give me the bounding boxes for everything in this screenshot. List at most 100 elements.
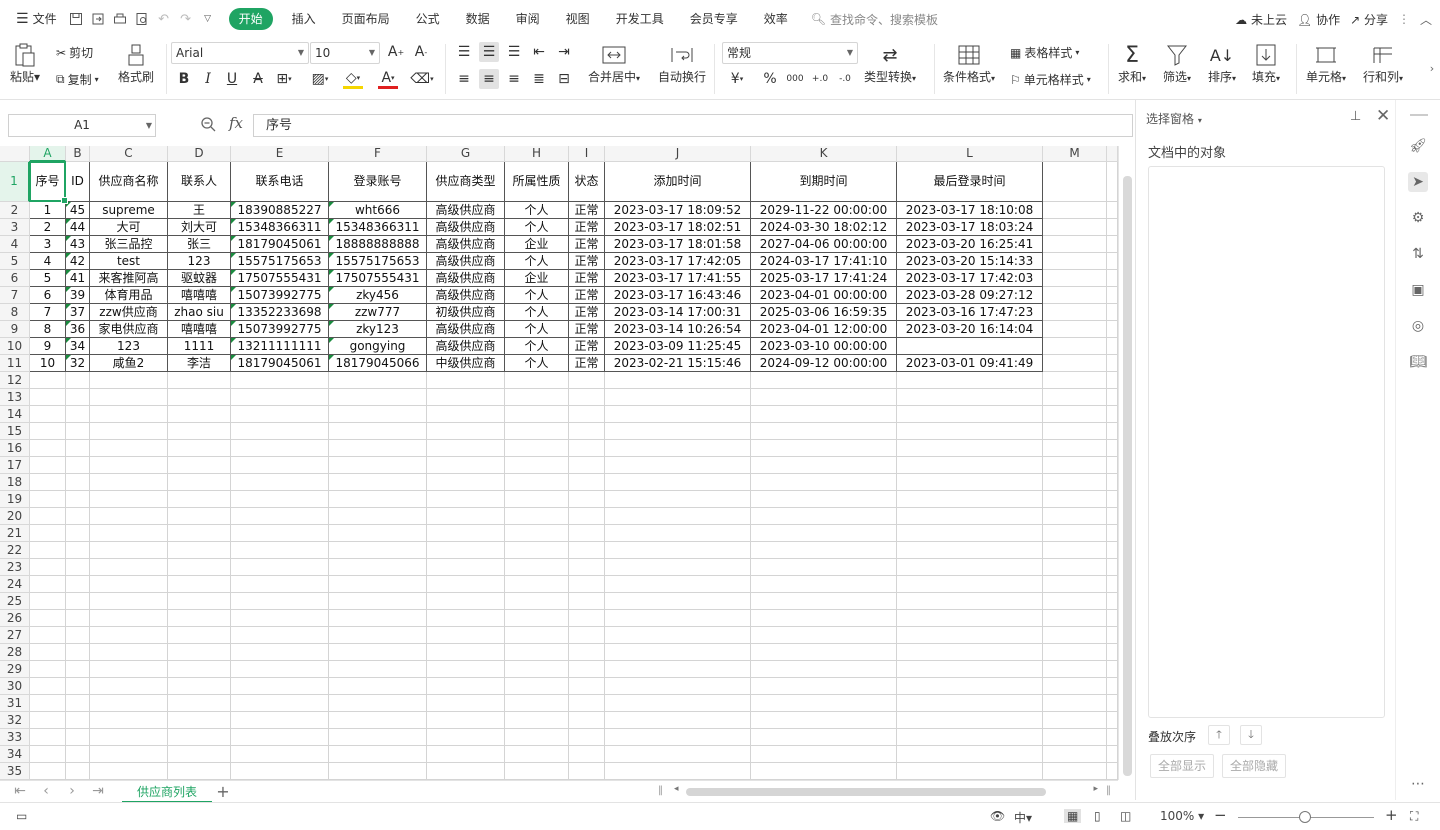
table-cell[interactable] xyxy=(66,440,90,457)
table-cell[interactable] xyxy=(329,423,427,440)
table-cell[interactable] xyxy=(751,695,897,712)
table-cell[interactable] xyxy=(505,372,569,389)
table-cell[interactable] xyxy=(1107,695,1118,712)
table-cell[interactable] xyxy=(231,406,329,423)
file-menu[interactable]: ☰ 文件 xyxy=(8,8,65,30)
table-cell[interactable] xyxy=(605,644,751,661)
table-cell[interactable] xyxy=(1107,440,1118,457)
table-cell[interactable]: 高级供应商 xyxy=(427,253,505,270)
table-cell[interactable] xyxy=(66,406,90,423)
table-cell[interactable] xyxy=(66,372,90,389)
column-header[interactable]: C xyxy=(90,146,168,162)
table-cell[interactable] xyxy=(505,610,569,627)
table-cell[interactable] xyxy=(1043,525,1107,542)
table-cell[interactable] xyxy=(231,389,329,406)
table-cell[interactable]: 初级供应商 xyxy=(427,304,505,321)
scroll-right-icon[interactable]: ▸ xyxy=(1093,784,1098,794)
table-cell[interactable] xyxy=(897,712,1043,729)
table-cell[interactable]: 高级供应商 xyxy=(427,287,505,304)
table-cell[interactable] xyxy=(1043,440,1107,457)
table-cell[interactable] xyxy=(90,542,168,559)
last-sheet-icon[interactable]: ⇥ xyxy=(90,783,106,799)
table-cell[interactable] xyxy=(231,372,329,389)
table-cell[interactable] xyxy=(66,576,90,593)
table-cell[interactable]: 45 xyxy=(66,202,90,219)
cloud-status[interactable]: ☁ 未上云 xyxy=(1235,11,1287,28)
table-cell[interactable] xyxy=(30,763,66,780)
table-cell[interactable]: 9 xyxy=(30,338,66,355)
table-cell[interactable]: 个人 xyxy=(505,304,569,321)
table-cell[interactable] xyxy=(30,729,66,746)
table-cell[interactable] xyxy=(427,542,505,559)
table-cell[interactable] xyxy=(505,627,569,644)
table-cell[interactable] xyxy=(1043,389,1107,406)
table-cell[interactable]: gongying xyxy=(329,338,427,355)
table-cell[interactable] xyxy=(1043,236,1107,253)
header-cell[interactable]: 联系人 xyxy=(168,162,231,202)
table-cell[interactable] xyxy=(427,406,505,423)
ribbon-more-icon[interactable]: › xyxy=(1422,58,1440,78)
table-cell[interactable] xyxy=(66,661,90,678)
table-cell[interactable] xyxy=(427,661,505,678)
table-cell[interactable] xyxy=(1107,593,1118,610)
table-cell[interactable] xyxy=(605,559,751,576)
formula-input[interactable]: 序号 xyxy=(253,114,1133,137)
table-cell[interactable] xyxy=(897,423,1043,440)
table-cell[interactable]: 2023-03-17 18:10:08 xyxy=(897,202,1043,219)
row-header[interactable]: 7 xyxy=(0,287,30,304)
table-cell[interactable] xyxy=(505,644,569,661)
table-cell[interactable] xyxy=(329,389,427,406)
table-cell[interactable] xyxy=(90,559,168,576)
table-cell[interactable] xyxy=(605,729,751,746)
align-bottom-icon[interactable]: ☰ xyxy=(504,42,524,62)
table-cell[interactable] xyxy=(30,695,66,712)
table-cell[interactable] xyxy=(427,389,505,406)
column-header[interactable]: E xyxy=(231,146,329,162)
table-cell[interactable] xyxy=(231,559,329,576)
table-cell[interactable]: 13211111111 xyxy=(231,338,329,355)
table-cell[interactable] xyxy=(1043,219,1107,236)
table-cell[interactable]: 1 xyxy=(30,202,66,219)
table-cell[interactable] xyxy=(569,372,605,389)
table-cell[interactable]: wht666 xyxy=(329,202,427,219)
row-header[interactable]: 2 xyxy=(0,202,30,219)
table-cell[interactable]: 张三 xyxy=(168,236,231,253)
table-cell[interactable] xyxy=(90,423,168,440)
table-cell[interactable] xyxy=(427,474,505,491)
table-cell[interactable] xyxy=(66,491,90,508)
table-cell[interactable] xyxy=(30,542,66,559)
table-cell[interactable] xyxy=(1043,162,1107,202)
table-cell[interactable] xyxy=(427,559,505,576)
table-cell[interactable] xyxy=(329,729,427,746)
table-cell[interactable] xyxy=(1107,270,1118,287)
table-cell[interactable]: 3 xyxy=(30,236,66,253)
table-cell[interactable]: 2023-04-01 00:00:00 xyxy=(751,287,897,304)
table-cell[interactable] xyxy=(569,576,605,593)
table-cell[interactable] xyxy=(1107,236,1118,253)
table-cell[interactable] xyxy=(66,610,90,627)
table-cell[interactable]: 37 xyxy=(66,304,90,321)
table-cell[interactable] xyxy=(569,678,605,695)
copy-button[interactable]: ⧉ 复制 ▾ xyxy=(56,71,99,88)
table-cell[interactable] xyxy=(569,661,605,678)
row-header[interactable]: 34 xyxy=(0,746,30,763)
paste-button[interactable]: 粘贴▾ xyxy=(10,42,40,85)
table-cell[interactable]: 正常 xyxy=(569,253,605,270)
table-cell[interactable]: 2023-03-17 17:42:05 xyxy=(605,253,751,270)
table-cell[interactable]: 高级供应商 xyxy=(427,236,505,253)
table-cell[interactable]: 高级供应商 xyxy=(427,202,505,219)
row-header[interactable]: 13 xyxy=(0,389,30,406)
table-cell[interactable]: 李洁 xyxy=(168,355,231,372)
table-cell[interactable]: supreme xyxy=(90,202,168,219)
table-cell[interactable] xyxy=(90,678,168,695)
table-cell[interactable]: 2023-03-17 18:09:52 xyxy=(605,202,751,219)
table-cell[interactable] xyxy=(66,746,90,763)
table-cell[interactable] xyxy=(751,559,897,576)
next-sheet-icon[interactable]: › xyxy=(64,783,80,799)
table-cell[interactable] xyxy=(751,440,897,457)
fill-pattern-icon[interactable]: ▨ ▾ xyxy=(310,69,330,89)
table-cell[interactable]: 41 xyxy=(66,270,90,287)
table-cell[interactable] xyxy=(30,491,66,508)
table-cell[interactable] xyxy=(231,474,329,491)
type-convert-button[interactable]: ⇄ 类型转换▾ xyxy=(864,42,916,85)
